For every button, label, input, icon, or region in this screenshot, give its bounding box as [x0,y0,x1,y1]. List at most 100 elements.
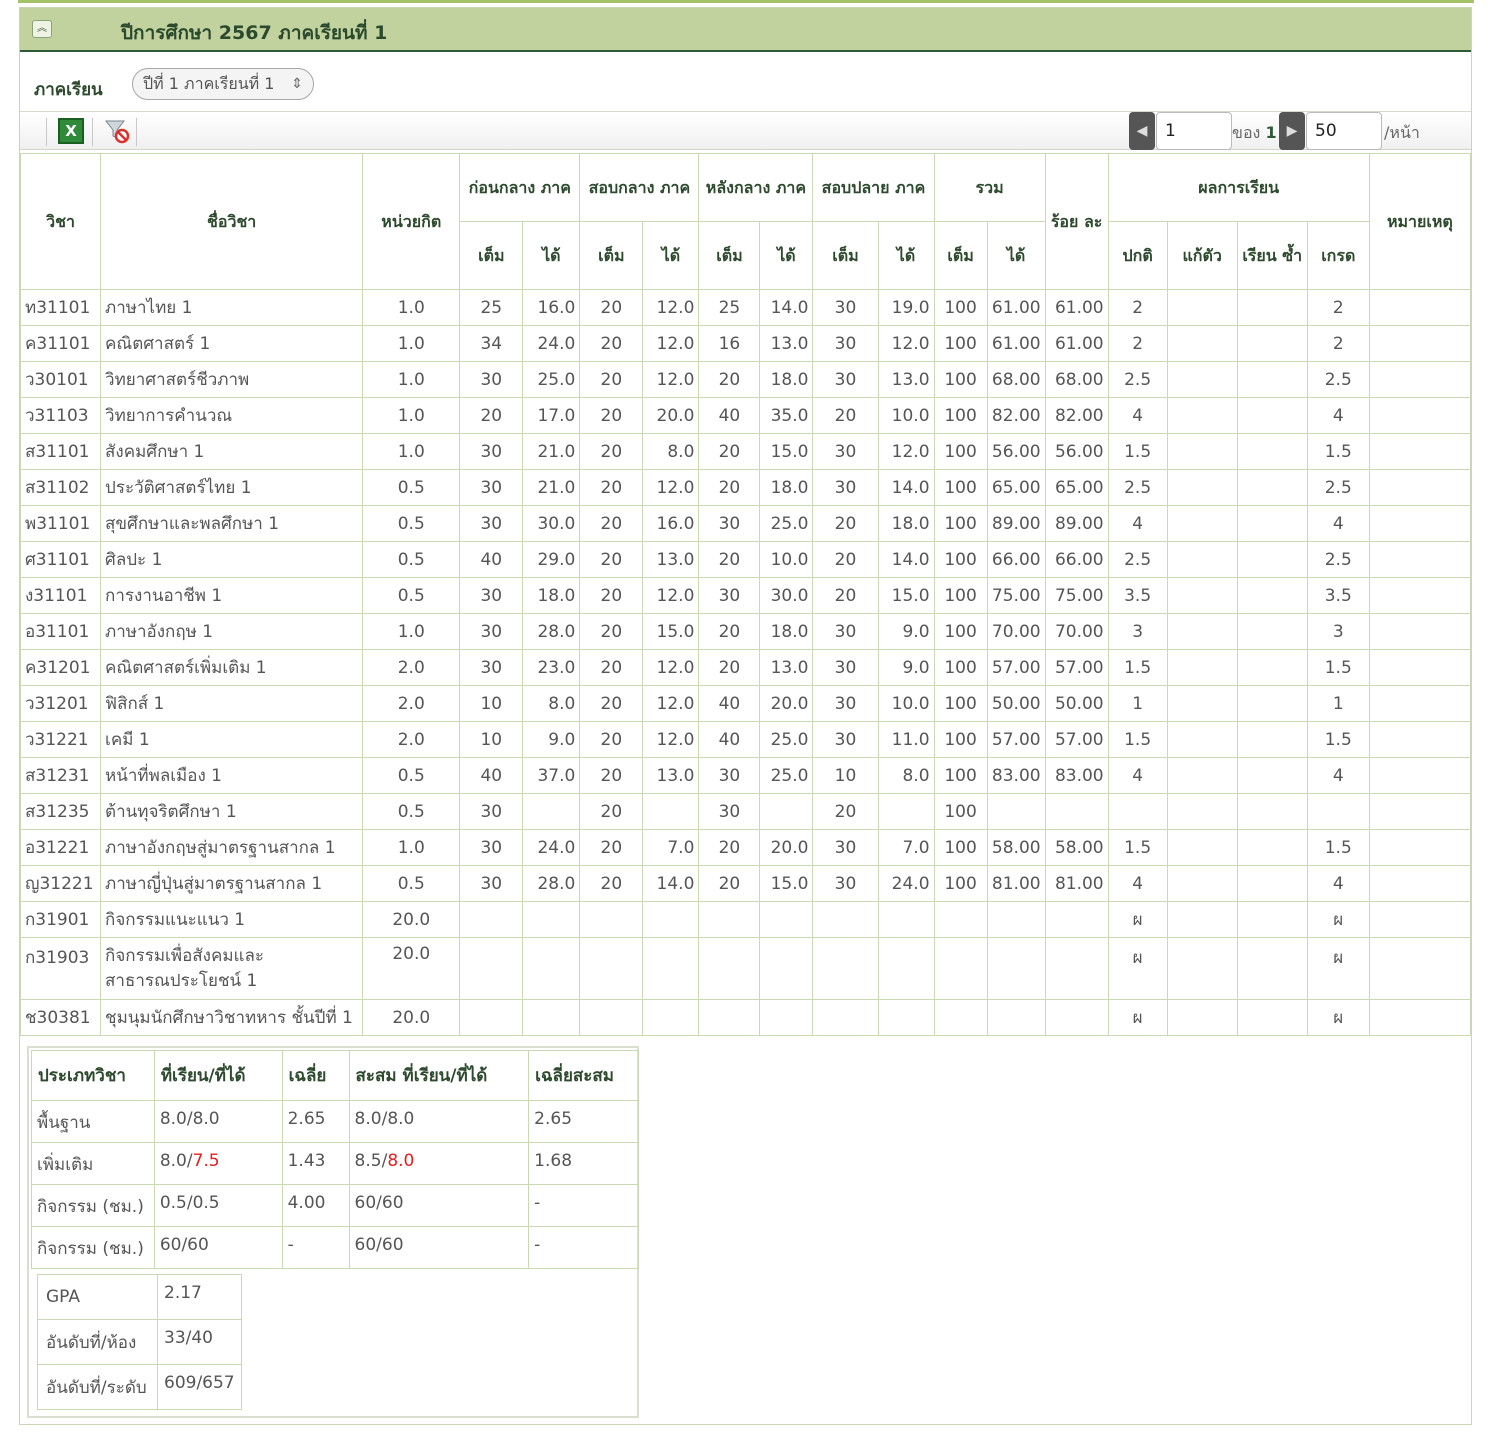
cell-grade: 4 [1306,865,1370,902]
cell-t-f: 100 [933,793,988,830]
table-row: ว31221 เคมี 1 2.0 10 9.0 20 12.0 40 25.0 30 11.0 10… [19,721,1472,758]
cell-t-g: 50.00 [986,685,1046,722]
cell-name: วิทยาการคำนวณ [100,397,364,434]
cell-grade: 1.5 [1306,649,1370,686]
summary-col-type: ประเภทวิชา [31,1050,155,1101]
cell-repeat [1236,793,1308,830]
summary-cum-average: 1.68 [528,1142,639,1185]
cell-am-f: 40 [698,685,761,722]
cell-f-f [812,999,879,1036]
collapse-icon[interactable]: ︽ [32,20,52,38]
summary-semester-earned: 7.5 [192,1151,220,1171]
cell-t-f [933,999,988,1036]
next-page-icon[interactable]: ▶ [1279,112,1305,150]
cell-t-g: 75.00 [986,577,1046,614]
cell-f-f: 30 [812,289,879,326]
cell-f-f: 30 [812,325,879,362]
cell-m-f [579,999,644,1036]
cell-credit: 2.0 [362,685,461,722]
cell-f-g: 13.0 [877,361,935,398]
cell-t-f: 100 [933,829,988,866]
cell-remark [1368,721,1472,758]
cell-repeat [1236,757,1308,794]
cell-am-g: 13.0 [759,325,814,362]
cell-t-g: 58.00 [986,829,1046,866]
cell-t-g: 56.00 [986,433,1046,470]
toolbar-separator [92,118,93,146]
cell-bm-f: 30 [459,829,524,866]
cell-t-f: 100 [933,469,988,506]
term-select[interactable]: ปีที่ 1 ภาคเรียนที่ 1 ⇕ [132,68,314,100]
cell-pct: 50.00 [1044,685,1109,722]
cell-remark [1368,685,1472,722]
col-got: ได้ [759,221,814,290]
col-full: เต็ม [812,221,879,290]
table-row: อ31101 ภาษาอังกฤษ 1 1.0 30 28.0 20 15.0 20 18.0 3… [19,613,1472,650]
cell-repeat [1236,613,1308,650]
cell-bm-g: 29.0 [522,541,581,578]
cell-normal: 2.5 [1107,541,1168,578]
per-page-label: /หน้า [1384,123,1420,142]
summary-box: ประเภทวิชา ที่เรียน/ที่ได้ เฉลี่ย สะสม ท… [27,1046,639,1418]
cell-bm-g: 18.0 [522,577,581,614]
cell-name: กิจกรรมเพื่อสังคมและ สาธารณประโยชน์ 1 [100,937,364,1000]
cell-am-g: 25.0 [759,757,814,794]
cell-m-f [579,937,644,1000]
cell-code: ว30101 [19,361,102,398]
col-remark: หมายเหตุ [1368,153,1472,290]
cell-am-g: 14.0 [759,289,814,326]
cell-t-f [933,901,988,938]
cell-name: ภาษาอังกฤษสู่มาตรฐานสากล 1 [100,829,364,866]
cell-t-g: 65.00 [986,469,1046,506]
cell-repeat [1236,289,1308,326]
cell-m-f: 20 [579,289,644,326]
cell-normal: ผ [1107,999,1168,1036]
cell-bm-g: 9.0 [522,721,581,758]
cell-name: ศิลปะ 1 [100,541,364,578]
cell-bm-f: 30 [459,505,524,542]
cell-fix [1166,505,1238,542]
cell-bm-g: 8.0 [522,685,581,722]
cell-t-g: 57.00 [986,721,1046,758]
table-row: อ31221 ภาษาอังกฤษสู่มาตรฐานสากล 1 1.0 30 24.… [19,829,1472,866]
page-size-input[interactable]: 50 [1306,112,1382,150]
cell-grade: 1.5 [1306,721,1370,758]
cell-f-g: 24.0 [877,865,935,902]
excel-icon[interactable]: X [58,118,84,144]
cell-remark [1368,541,1472,578]
summary-cum-average: - [528,1184,639,1227]
filter-off-icon[interactable] [104,118,130,144]
cell-repeat [1236,541,1308,578]
col-result: ผลการเรียน [1107,153,1370,222]
cell-grade: 4 [1306,397,1370,434]
cell-remark [1368,793,1472,830]
summary-row: กิจกรรม (ชม.) 60/60-60/60- [31,1226,639,1269]
cell-code: ค31201 [19,649,102,686]
cell-code: อ31101 [19,613,102,650]
cell-am-f: 25 [698,289,761,326]
cell-f-f: 30 [812,433,879,470]
prev-page-icon[interactable]: ◀ [1129,112,1155,150]
cell-bm-f: 30 [459,469,524,506]
cell-remark [1368,361,1472,398]
cell-grade: ผ [1306,999,1370,1036]
pager-total-pages: 1 [1265,123,1277,142]
cell-am-f: 20 [698,361,761,398]
summary-cumulative: 60/60 [348,1184,530,1227]
term-select-value: ปีที่ 1 ภาคเรียนที่ 1 [143,74,275,93]
cell-repeat [1236,577,1308,614]
cell-m-f: 20 [579,721,644,758]
cell-t-f: 100 [933,505,988,542]
cell-bm-f: 30 [459,433,524,470]
cell-f-g: 9.0 [877,649,935,686]
cell-am-f: 20 [698,865,761,902]
summary-average: 1.43 [281,1142,350,1185]
cell-am-g: 30.0 [759,577,814,614]
cell-grade: 3.5 [1306,577,1370,614]
col-got: ได้ [642,221,700,290]
cell-am-f: 30 [698,577,761,614]
page-input[interactable]: 1 [1156,112,1232,150]
cell-fix [1166,721,1238,758]
cell-bm-f: 40 [459,757,524,794]
summary-col-semester: ที่เรียน/ที่ได้ [153,1050,283,1101]
